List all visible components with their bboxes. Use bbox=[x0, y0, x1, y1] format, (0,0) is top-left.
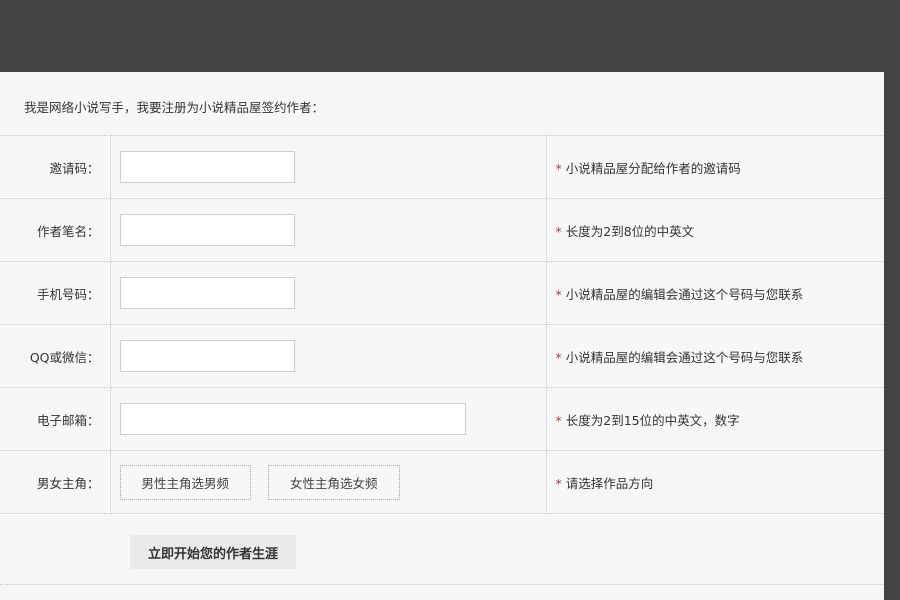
phone-hint-text: 小说精品屋的编辑会通过这个号码与您联系 bbox=[565, 286, 804, 302]
male-lead-button[interactable]: 男性主角选男频 bbox=[119, 464, 252, 500]
pen-name-input[interactable] bbox=[119, 214, 295, 246]
protagonist-choices: 男性主角选男频 女性主角选女频 bbox=[119, 464, 546, 500]
required-star: * bbox=[555, 349, 562, 365]
required-star: * bbox=[555, 286, 562, 302]
form-row-protagonist: 男女主角： 男性主角选男频 女性主角选女频 * 请选择作品方向 bbox=[0, 450, 884, 514]
invite-code-input[interactable] bbox=[119, 151, 295, 183]
required-star: * bbox=[555, 223, 562, 239]
email-hint-text: 长度为2到15位的中英文，数字 bbox=[565, 412, 740, 428]
form-row-qq-wechat: QQ或微信： * 小说精品屋的编辑会通过这个号码与您联系 bbox=[0, 324, 884, 388]
email-input[interactable] bbox=[119, 403, 466, 435]
pen-name-hint-text: 长度为2到8位的中英文 bbox=[565, 223, 695, 239]
phone-hint: * 小说精品屋的编辑会通过这个号码与您联系 bbox=[546, 261, 884, 325]
protagonist-hint-text: 请选择作品方向 bbox=[565, 475, 654, 491]
registration-form: 邀请码： * 小说精品屋分配给作者的邀请码 作者笔名： * 长度为2到8位的中英文 … bbox=[0, 135, 884, 514]
bottom-divider bbox=[0, 584, 884, 585]
pen-name-hint: * 长度为2到8位的中英文 bbox=[546, 198, 884, 262]
phone-input[interactable] bbox=[119, 277, 295, 309]
email-label: 电子邮箱： bbox=[0, 387, 111, 451]
intro-text: 我是网络小说写手，我要注册为小说精品屋签约作者： bbox=[24, 100, 325, 115]
form-row-phone: 手机号码： * 小说精品屋的编辑会通过这个号码与您联系 bbox=[0, 261, 884, 325]
invite-code-label: 邀请码： bbox=[0, 135, 111, 199]
required-star: * bbox=[555, 475, 562, 491]
pen-name-label: 作者笔名： bbox=[0, 198, 111, 262]
qq-wechat-input[interactable] bbox=[119, 340, 295, 372]
form-row-pen-name: 作者笔名： * 长度为2到8位的中英文 bbox=[0, 198, 884, 262]
required-star: * bbox=[555, 412, 562, 428]
invite-code-hint-text: 小说精品屋分配给作者的邀请码 bbox=[565, 160, 741, 176]
required-star: * bbox=[555, 160, 562, 176]
qq-wechat-label: QQ或微信： bbox=[0, 324, 111, 388]
form-row-email: 电子邮箱： * 长度为2到15位的中英文，数字 bbox=[0, 387, 884, 451]
phone-label: 手机号码： bbox=[0, 261, 111, 325]
female-lead-button[interactable]: 女性主角选女频 bbox=[268, 464, 400, 500]
author-registration-panel: 我是网络小说写手，我要注册为小说精品屋签约作者： 邀请码： * 小说精品屋分配给作… bbox=[0, 72, 884, 600]
protagonist-hint: * 请选择作品方向 bbox=[546, 450, 884, 514]
invite-code-hint: * 小说精品屋分配给作者的邀请码 bbox=[546, 135, 884, 199]
qq-wechat-hint-text: 小说精品屋的编辑会通过这个号码与您联系 bbox=[565, 349, 804, 365]
email-hint: * 长度为2到15位的中英文，数字 bbox=[546, 387, 884, 451]
qq-wechat-hint: * 小说精品屋的编辑会通过这个号码与您联系 bbox=[546, 324, 884, 388]
start-author-career-button[interactable]: 立即开始您的作者生涯 bbox=[130, 535, 296, 569]
protagonist-label: 男女主角： bbox=[0, 450, 111, 514]
form-row-invite-code: 邀请码： * 小说精品屋分配给作者的邀请码 bbox=[0, 135, 884, 199]
